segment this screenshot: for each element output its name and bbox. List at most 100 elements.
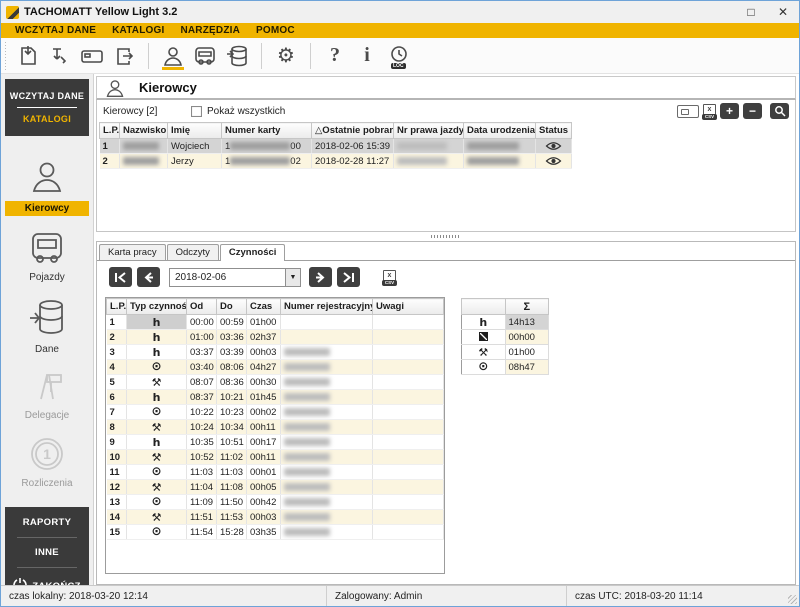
drivers-icon[interactable]: [157, 41, 189, 71]
column-header[interactable]: L.P.: [107, 299, 127, 315]
search-button[interactable]: [770, 103, 789, 119]
card-icon[interactable]: [76, 41, 108, 71]
column-header[interactable]: Status: [536, 123, 572, 139]
activity-duration: 01h00: [247, 315, 281, 330]
activity-row[interactable]: 5⚒08:0708:3600h30: [107, 375, 444, 390]
load-file-icon[interactable]: [12, 41, 44, 71]
column-header[interactable]: Do: [217, 299, 247, 315]
tachograph-status-icon[interactable]: [545, 156, 562, 166]
activity-row[interactable]: 3h03:3703:3900h03: [107, 345, 444, 360]
prev-day-button[interactable]: [137, 267, 160, 287]
activity-duration: 00h17: [247, 435, 281, 450]
menu-wczytaj-dane[interactable]: WCZYTAJ DANE: [7, 25, 104, 36]
sidebar-katalogi[interactable]: KATALOGI: [5, 109, 89, 129]
add-driver-button[interactable]: +: [720, 103, 739, 119]
splitter-grip-icon: [431, 235, 461, 238]
toolbar-grip[interactable]: [3, 42, 8, 70]
sidebar-wczytaj-dane[interactable]: WCZYTAJ DANE: [5, 86, 89, 106]
summary-row: ⚒01h00: [462, 345, 549, 360]
chevron-down-icon[interactable]: ▼: [285, 269, 300, 286]
tab-odczyty[interactable]: Odczyty: [167, 244, 219, 260]
activity-type: ⚒: [127, 420, 187, 435]
menu-pomoc[interactable]: POMOC: [248, 25, 303, 36]
activity-row[interactable]: 12⚒11:0411:0800h05: [107, 480, 444, 495]
column-header[interactable]: Imię: [168, 123, 222, 139]
activities-table: L.P.Typ czynnościOdDoCzasNumer rejestrac…: [106, 298, 444, 540]
sidebar-item-pojazdy[interactable]: Pojazdy: [1, 229, 93, 284]
main-toolbar: ⚙ ? i LOC: [1, 38, 799, 74]
next-day-button[interactable]: [309, 267, 332, 287]
activity-row[interactable]: 1h00:0000:5901h00: [107, 315, 444, 330]
activity-row[interactable]: 2h01:0003:3602h37: [107, 330, 444, 345]
time-loc-icon[interactable]: LOC: [383, 41, 415, 71]
pane-splitter[interactable]: [96, 232, 796, 241]
column-header[interactable]: Numer rejestracyjny: [281, 299, 373, 315]
settings-gear-icon[interactable]: ⚙: [270, 41, 302, 71]
sidebar-item-rozliczenia[interactable]: 1 Rozliczenia: [1, 435, 93, 490]
info-icon[interactable]: i: [351, 41, 383, 71]
divider: [17, 567, 77, 568]
sidebar-inne[interactable]: INNE: [5, 539, 89, 566]
column-header[interactable]: Czas: [247, 299, 281, 315]
data-icon[interactable]: [221, 41, 253, 71]
remove-driver-button[interactable]: −: [743, 103, 762, 119]
date-select[interactable]: 2018-02-06 ▼: [169, 268, 301, 287]
column-header[interactable]: △Ostatnie pobranie: [312, 123, 394, 139]
close-button[interactable]: ✕: [767, 2, 799, 22]
column-header[interactable]: Data urodzenia: [464, 123, 536, 139]
logged-user-status: Zalogowany: Admin: [326, 586, 566, 606]
sidebar-item-delegacje[interactable]: Delegacje: [1, 369, 93, 422]
help-icon[interactable]: ?: [319, 41, 351, 71]
activity-row[interactable]: 15⊙11:5415:2803h35: [107, 525, 444, 540]
activity-type: ⊙: [127, 495, 187, 510]
card-view-icon[interactable]: [677, 105, 699, 118]
resize-grip[interactable]: [788, 595, 797, 604]
activity-duration: 00h02: [247, 405, 281, 420]
activity-row[interactable]: 14⚒11:5111:5300h03: [107, 510, 444, 525]
column-header[interactable]: Numer karty: [222, 123, 312, 139]
activity-row[interactable]: 10⚒10:5211:0200h11: [107, 450, 444, 465]
tab-karta-pracy[interactable]: Karta pracy: [99, 244, 166, 260]
activity-row[interactable]: 13⊙11:0911:5000h42: [107, 495, 444, 510]
column-header[interactable]: Od: [187, 299, 217, 315]
maximize-button[interactable]: □: [735, 2, 767, 22]
column-header[interactable]: L.P.: [100, 123, 120, 139]
first-day-button[interactable]: [109, 267, 132, 287]
activity-lp: 8: [107, 420, 127, 435]
activities-box: L.P.Typ czynnościOdDoCzasNumer rejestrac…: [105, 297, 445, 574]
sidebar-item-dane[interactable]: Dane: [1, 297, 93, 356]
show-all-checkbox[interactable]: [191, 106, 202, 117]
activity-lp: 14: [107, 510, 127, 525]
menu-katalogi[interactable]: KATALOGI: [104, 25, 172, 36]
sidebar-item-kierowcy[interactable]: Kierowcy: [1, 157, 93, 216]
driver-row[interactable]: 2Jerzy1022018-02-28 11:27: [100, 154, 572, 169]
last-day-button[interactable]: [337, 267, 360, 287]
tachograph-status-icon[interactable]: [545, 141, 562, 151]
export-icon[interactable]: [108, 41, 140, 71]
column-header[interactable]: Nr prawa jazdy: [394, 123, 464, 139]
activity-row[interactable]: 4⊙03:4008:0604h27: [107, 360, 444, 375]
app-window: TACHOMATT Yellow Light 3.2 □ ✕ WCZYTAJ D…: [0, 0, 800, 607]
column-header[interactable]: Typ czynności: [127, 299, 187, 315]
activity-notes: [373, 510, 444, 525]
column-header[interactable]: Uwagi: [373, 299, 444, 315]
title-bar: TACHOMATT Yellow Light 3.2 □ ✕: [1, 1, 799, 23]
activity-duration: 02h37: [247, 330, 281, 345]
activity-row[interactable]: 9h10:3510:5100h17: [107, 435, 444, 450]
activity-row[interactable]: 6h08:3710:2101h45: [107, 390, 444, 405]
export-csv-icon[interactable]: xCSV: [703, 104, 716, 119]
download-card-icon[interactable]: [44, 41, 76, 71]
sidebar-nav: Kierowcy Pojazdy Dane Delegacje 1 Rozlic…: [1, 141, 93, 503]
vehicles-icon[interactable]: [189, 41, 221, 71]
sidebar-raporty[interactable]: RAPORTY: [5, 509, 89, 536]
date-value: 2018-02-06: [170, 272, 285, 283]
tab-czynnosci[interactable]: Czynności: [220, 244, 286, 261]
export-csv-icon[interactable]: xCSV: [383, 270, 396, 285]
redacted-text: [284, 423, 330, 431]
activity-row[interactable]: 7⊙10:2210:2300h02: [107, 405, 444, 420]
activity-row[interactable]: 11⊙11:0311:0300h01: [107, 465, 444, 480]
driver-row[interactable]: 1Wojciech1002018-02-06 15:39: [100, 139, 572, 154]
activity-row[interactable]: 8⚒10:2410:3400h11: [107, 420, 444, 435]
column-header[interactable]: Nazwisko: [120, 123, 168, 139]
menu-narzedzia[interactable]: NARZĘDZIA: [172, 25, 248, 36]
